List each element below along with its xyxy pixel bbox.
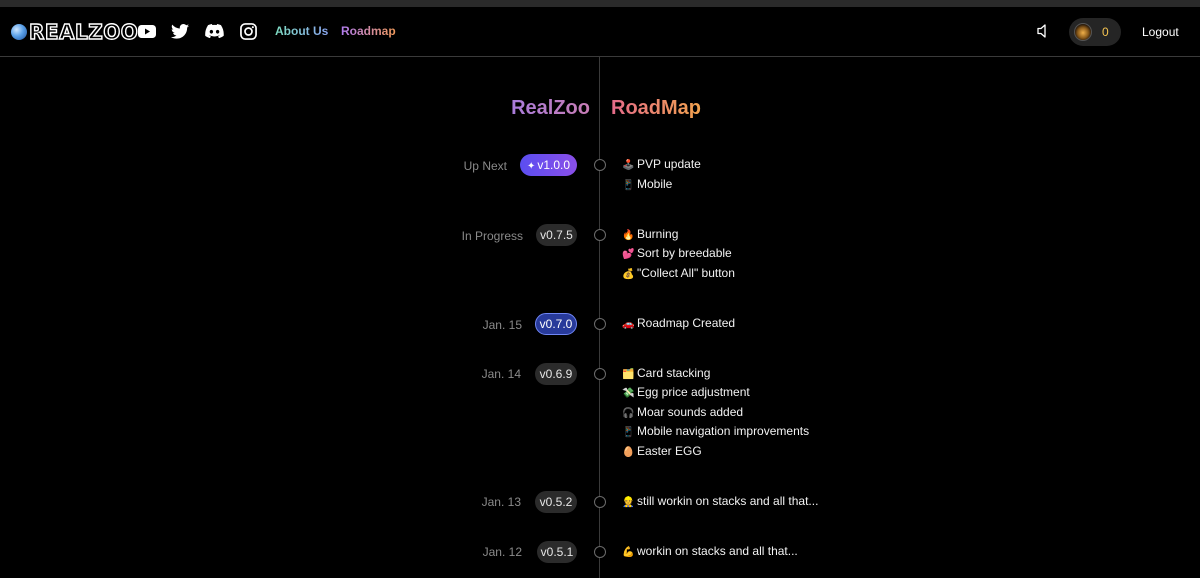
entry-date: Up Next: [463, 159, 507, 173]
list-item: 🎧 Moar sounds added: [622, 405, 744, 419]
globe-icon: [11, 24, 27, 40]
timeline-dot: [594, 159, 606, 171]
coin-balance[interactable]: 0: [1069, 18, 1121, 46]
list-item: 💸 Egg price adjustment: [622, 385, 750, 399]
list-item: 💕 Sort by breedable: [622, 246, 732, 260]
list-item: 🚗 Roadmap Created: [622, 316, 736, 330]
version-badge: ✦ v1.0.0: [520, 154, 577, 176]
instagram-icon[interactable]: [238, 22, 258, 40]
entry-date: Jan. 12: [482, 545, 522, 559]
youtube-icon[interactable]: [137, 22, 157, 40]
brand-logo[interactable]: REALZOO: [11, 20, 139, 44]
sparkle-icon: ✦: [526, 161, 536, 172]
nav-about-us[interactable]: About Us: [275, 24, 328, 38]
twitter-icon[interactable]: [170, 22, 190, 40]
timeline-dot: [594, 368, 606, 380]
coin-count: 0: [1102, 25, 1109, 39]
timeline-dot: [594, 229, 606, 241]
coin-icon: [1074, 23, 1092, 41]
version-badge: v0.6.9: [535, 363, 577, 385]
list-item: 🕹️ PVP update: [622, 157, 701, 171]
list-item: 📱 Mobile: [622, 177, 673, 191]
entry-date: Jan. 14: [481, 367, 521, 381]
timeline-dot: [594, 546, 606, 558]
entry-date: In Progress: [461, 229, 523, 243]
version-badge: v0.5.1: [537, 541, 577, 563]
version-badge: v0.7.0: [535, 313, 577, 335]
logout-button[interactable]: Logout: [1142, 25, 1179, 39]
list-item: 💪 workin on stacks and all that...: [622, 544, 798, 558]
discord-icon[interactable]: [204, 22, 224, 40]
list-item: 🥚 Easter EGG: [622, 444, 702, 458]
sound-toggle-icon[interactable]: [1036, 23, 1052, 39]
list-item: 🔥 Burning: [622, 227, 679, 241]
page-title-left: RealZoo: [500, 96, 590, 120]
brand-name: REALZOO: [28, 20, 139, 44]
version-badge: v0.7.5: [536, 224, 577, 246]
nav-roadmap[interactable]: Roadmap: [341, 24, 396, 38]
timeline-dot: [594, 318, 606, 330]
list-item: 📱 Mobile navigation improvements: [622, 424, 810, 438]
entry-date: Jan. 13: [481, 495, 521, 509]
timeline-dot: [594, 496, 606, 508]
version-badge: v0.5.2: [535, 491, 577, 513]
list-item: 👷 still workin on stacks and all that...: [622, 494, 819, 508]
list-item: 🗂️ Card stacking: [622, 366, 711, 380]
entry-date: Jan. 15: [482, 318, 522, 332]
list-item: 💰 "Collect All" button: [622, 266, 735, 280]
page-title-right: RoadMap: [611, 97, 701, 119]
